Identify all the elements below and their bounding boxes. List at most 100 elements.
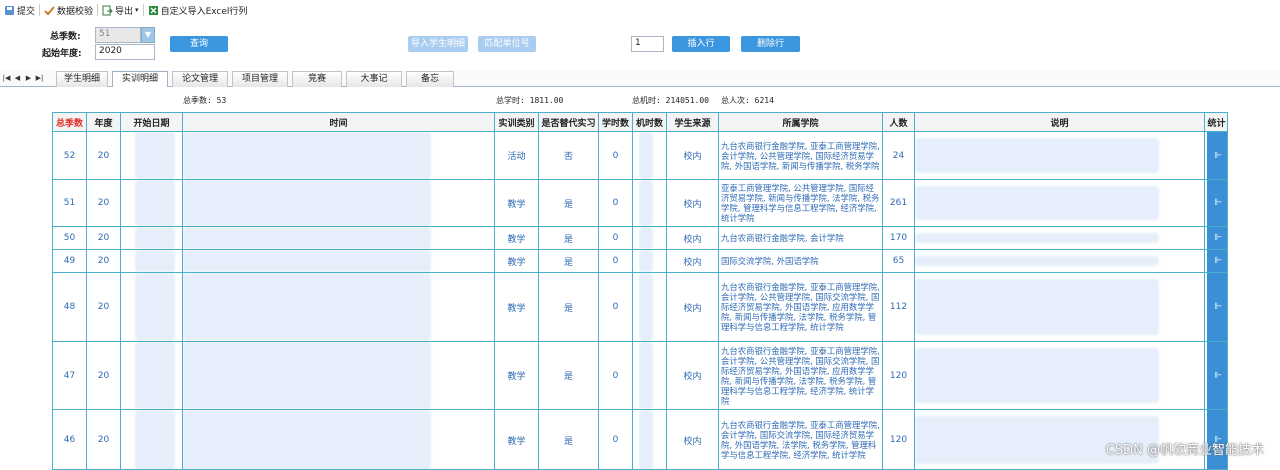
year-cell: 20	[87, 180, 121, 226]
start-cell: 20	[121, 273, 183, 341]
redacted-block	[183, 132, 431, 179]
note-cell	[915, 250, 1205, 272]
column-header[interactable]: 机时数	[633, 113, 667, 131]
machine-cell	[633, 273, 667, 341]
validate-button[interactable]: 数据校验	[40, 1, 97, 19]
column-header[interactable]: 年度	[87, 113, 121, 131]
table-header: 总季数 年度 开始日期 时间 实训类别 是否替代实习 学时数 机时数 学生来源 所属学院 人数 说明统…	[53, 113, 1227, 132]
redacted-block	[639, 250, 653, 272]
replace-cell: 是	[539, 180, 599, 226]
replace-cell: 否	[539, 132, 599, 179]
query-button[interactable]: 查询	[170, 36, 228, 52]
note-cell	[915, 180, 1205, 226]
start-cell: 20	[121, 342, 183, 409]
stats-icon[interactable]: ⊩	[1207, 132, 1227, 179]
hours-cell: 0	[599, 227, 633, 249]
start-cell: 20	[121, 227, 183, 249]
redacted-block	[183, 180, 431, 226]
column-header[interactable]: 学时数	[599, 113, 633, 131]
stats-icon[interactable]: ⊩	[1207, 250, 1227, 272]
machine-cell	[633, 180, 667, 226]
import-excel-label: 自定义导入Excel行列	[160, 6, 248, 17]
time-cell	[183, 250, 495, 272]
tab-events[interactable]: 大事记	[346, 71, 402, 87]
college-cell: 九台农商银行金融学院, 亚泰工商管理学院, 会计学院, 国际交流学院, 国际经济…	[719, 410, 883, 469]
column-header[interactable]: 是否替代实习	[539, 113, 599, 131]
prev-tab-icon[interactable]: ◀	[13, 72, 22, 84]
tab-nav: |◀ ◀ ▶ ▶|	[2, 72, 44, 84]
redacted-block	[639, 342, 653, 409]
source-cell: 校内	[667, 273, 719, 341]
match-unit-button[interactable]: 匹配单位号	[478, 36, 536, 52]
column-header[interactable]: 所属学院	[719, 113, 883, 131]
column-header[interactable]: 开始日期	[121, 113, 183, 131]
time-cell	[183, 180, 495, 226]
count-cell: 24	[883, 132, 915, 179]
submit-button[interactable]: 提交	[0, 1, 39, 19]
delete-row-button[interactable]: 删除行	[741, 36, 800, 52]
stats-cell: ⊩	[1205, 250, 1227, 272]
first-tab-icon[interactable]: |◀	[2, 72, 11, 84]
start-cell: 20	[121, 132, 183, 179]
redacted-block	[915, 256, 1159, 266]
year-cell: 20	[87, 132, 121, 179]
season-cell: 49	[53, 250, 87, 272]
year-cell: 20	[87, 342, 121, 409]
start-year-input[interactable]: 2020	[95, 44, 155, 60]
stats-cell: ⊩	[1205, 273, 1227, 341]
stats-icon[interactable]: ⊩	[1207, 227, 1227, 249]
column-header[interactable]: 人数	[883, 113, 915, 131]
total-season-select[interactable]: 51	[95, 27, 141, 43]
count-cell: 170	[883, 227, 915, 249]
count-cell: 120	[883, 410, 915, 469]
tab-student-details[interactable]: 学生明细	[56, 71, 108, 87]
row-count-input[interactable]: 1	[631, 36, 664, 52]
table-row[interactable]: 492020教学是0校内国际交流学院, 外国语学院65⊩	[53, 250, 1227, 273]
export-button[interactable]: 导出 ▾	[98, 1, 143, 19]
chevron-down-icon: ▾	[135, 6, 139, 14]
tab-memo[interactable]: 备忘	[406, 71, 454, 87]
tab-projects[interactable]: 项目管理	[232, 71, 288, 87]
column-header[interactable]: 总季数	[53, 113, 87, 131]
table-row[interactable]: 502020教学是0校内九台农商银行金融学院, 会计学院170⊩	[53, 227, 1227, 250]
column-header[interactable]: 统计	[1205, 113, 1227, 131]
chevron-down-icon[interactable]: ▼	[141, 27, 155, 43]
stats-icon[interactable]: ⊩	[1207, 342, 1227, 409]
total-season-label: 总季数:	[50, 32, 81, 42]
import-students-button[interactable]: 导入学生明细	[408, 36, 468, 52]
column-header[interactable]: 学生来源	[667, 113, 719, 131]
count-cell: 120	[883, 342, 915, 409]
count-cell: 112	[883, 273, 915, 341]
redacted-block	[915, 279, 1159, 335]
next-tab-icon[interactable]: ▶	[24, 72, 33, 84]
source-cell: 校内	[667, 227, 719, 249]
stats-icon[interactable]: ⊩	[1207, 180, 1227, 226]
table-row[interactable]: 462020教学是0校内九台农商银行金融学院, 亚泰工商管理学院, 会计学院, …	[53, 410, 1227, 469]
hours-cell: 0	[599, 273, 633, 341]
table-row[interactable]: 472020教学是0校内九台农商银行金融学院, 亚泰工商管理学院, 会计学院, …	[53, 342, 1227, 410]
total-machine-hours-text: 总机时: 214051.00	[632, 96, 709, 105]
toolbar: 提交 数据校验 导出 ▾ 自定义导入Excel行列	[0, 0, 1280, 20]
tab-thesis[interactable]: 论文管理	[172, 71, 228, 87]
redacted-block	[639, 180, 653, 226]
last-tab-icon[interactable]: ▶|	[35, 72, 44, 84]
import-excel-button[interactable]: 自定义导入Excel行列	[144, 1, 252, 19]
column-header[interactable]: 实训类别	[495, 113, 539, 131]
tab-training-details[interactable]: 实训明细	[112, 71, 168, 87]
source-cell: 校内	[667, 342, 719, 409]
table-row[interactable]: 482020教学是0校内九台农商银行金融学院, 亚泰工商管理学院, 会计学院, …	[53, 273, 1227, 342]
column-header[interactable]: 说明	[915, 113, 1205, 131]
replace-cell: 是	[539, 273, 599, 341]
insert-row-button[interactable]: 插入行	[672, 36, 730, 52]
hours-cell: 0	[599, 342, 633, 409]
table-row[interactable]: 522020活动否0校内九台农商银行金融学院, 亚泰工商管理学院, 会计学院, …	[53, 132, 1227, 180]
source-cell: 校内	[667, 132, 719, 179]
submit-icon	[4, 5, 15, 16]
redacted-block	[183, 410, 431, 469]
stats-icon[interactable]: ⊩	[1207, 273, 1227, 341]
table-row[interactable]: 512020教学是0校内亚泰工商管理学院, 公共管理学院, 国际经济贸易学院, …	[53, 180, 1227, 227]
start-cell: 20	[121, 250, 183, 272]
tab-competition[interactable]: 竞赛	[292, 71, 342, 87]
column-header[interactable]: 时间	[183, 113, 495, 131]
redacted-block	[183, 227, 431, 249]
